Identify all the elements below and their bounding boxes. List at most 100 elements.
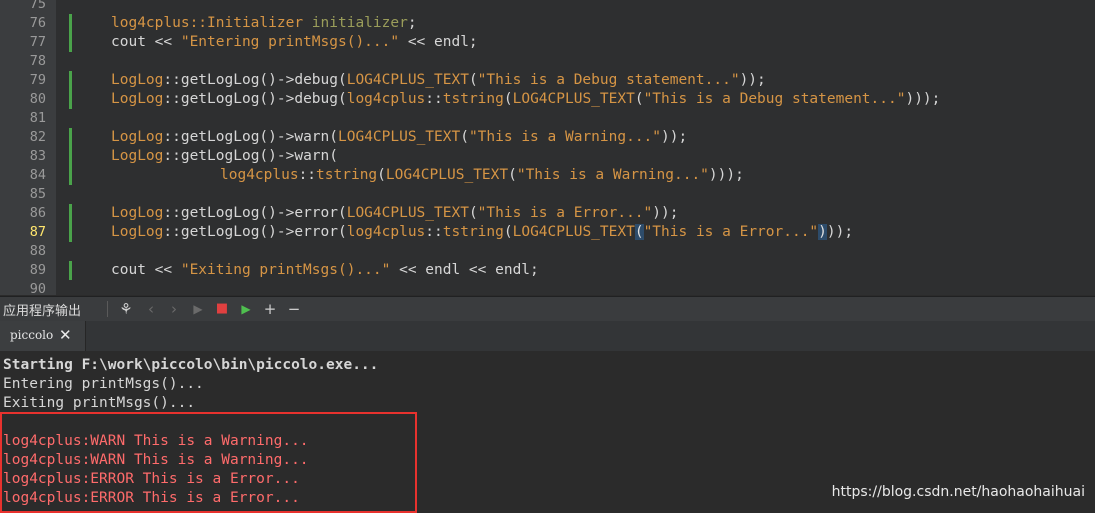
code-editor[interactable]: 75 76 77 78 79 80 81 82 83 84 85 86 87 88 89 90 log4cpl… (0, 0, 1095, 295)
code-line: LogLog::getLogLog()->error(log4cplus::ts… (111, 223, 853, 242)
code-token: ) (818, 224, 827, 240)
application-output[interactable]: Starting F:\work\piccolo\bin\piccolo.exe… (0, 352, 1095, 513)
code-token: )); (826, 224, 854, 240)
code-token: LogLog (111, 72, 164, 88)
change-marker (69, 128, 72, 147)
code-line: LogLog::getLogLog()->error(LOG4CPLUS_TEX… (111, 204, 678, 223)
zoom-in-icon[interactable]: + (260, 299, 280, 319)
change-marker (69, 147, 72, 166)
output-tab-bar: piccolo ✕ (0, 321, 1095, 351)
code-token: tstring (442, 224, 504, 240)
code-token: ; (407, 15, 417, 31)
code-line: log4cplus::Initializer initializer; (111, 14, 417, 33)
code-token: LOG4CPLUS_TEXT (346, 205, 469, 221)
stop-icon[interactable]: ■ (212, 299, 232, 319)
code-token: "This is a Warning..." (468, 129, 662, 145)
line-number: 80 (29, 91, 46, 107)
filter-icon[interactable]: ⚘ (116, 299, 136, 319)
code-token: LogLog (111, 205, 164, 221)
code-token: )); (652, 205, 679, 221)
code-token: ( (508, 167, 517, 183)
line-number: 78 (29, 53, 46, 69)
change-marker (69, 204, 72, 223)
change-marker (69, 261, 72, 280)
code-token: "This is a Debug statement..." (643, 91, 906, 107)
output-line: Exiting printMsgs()... (3, 395, 196, 411)
code-token: LogLog (111, 129, 164, 145)
code-token: LogLog (111, 148, 164, 164)
rerun-icon[interactable]: ▶ (236, 299, 256, 319)
code-token: LogLog (111, 91, 164, 107)
code-token: ::getLogLog()->error( (163, 224, 347, 240)
line-number: 85 (29, 186, 46, 202)
watermark: https://blog.csdn.net/haohaohaihuai (831, 484, 1085, 500)
close-icon[interactable]: ✕ (59, 326, 72, 344)
code-token: LOG4CPLUS_TEXT (385, 167, 509, 183)
code-token: log4cplus (220, 167, 299, 183)
panel-title: 应用程序输出 (3, 304, 82, 319)
code-token: tstring (316, 167, 378, 183)
code-line: log4cplus::tstring(LOG4CPLUS_TEXT("This … (220, 166, 744, 185)
code-token: ::getLogLog()->debug( (163, 91, 347, 107)
change-marker (69, 90, 72, 109)
code-token: "This is a Debug statement..." (477, 72, 740, 88)
code-line: LogLog::getLogLog()->debug(LOG4CPLUS_TEX… (111, 71, 766, 90)
next-icon[interactable]: › (164, 299, 184, 319)
code-token: LOG4CPLUS_TEXT (512, 224, 635, 240)
code-line: LogLog::getLogLog()->warn(LOG4CPLUS_TEXT… (111, 128, 687, 147)
code-token: ( (503, 224, 513, 240)
code-token: log4cplus (346, 224, 426, 240)
code-token: ( (377, 167, 386, 183)
code-token: )); (661, 129, 688, 145)
line-number: 79 (29, 72, 46, 88)
zoom-out-icon[interactable]: − (284, 299, 304, 319)
line-number: 82 (29, 129, 46, 145)
code-token: LOG4CPLUS_TEXT (338, 129, 461, 145)
code-token: LOG4CPLUS_TEXT (346, 72, 469, 88)
code-token: ( (468, 72, 478, 88)
code-token: ::getLogLog()->warn( (163, 129, 338, 145)
code-token: LOG4CPLUS_TEXT (512, 91, 635, 107)
code-token: )); (739, 72, 766, 88)
code-token: ))); (708, 167, 744, 183)
tab-piccolo[interactable]: piccolo ✕ (0, 321, 86, 351)
line-number: 88 (29, 243, 46, 259)
code-token: log4cplus::Initializer (111, 15, 304, 31)
code-token: ::getLogLog()->debug( (163, 72, 347, 88)
code-token: ( (468, 205, 478, 221)
change-marker (69, 71, 72, 90)
output-panel-toolbar: 应用程序输出 ⚘ ‹ › ▶ ■ ▶ + − (0, 296, 1095, 321)
code-token: ( (634, 224, 644, 240)
change-marker (69, 33, 72, 52)
line-number: 75 (29, 0, 46, 12)
code-token: cout << (111, 262, 181, 278)
code-token: LogLog (111, 224, 164, 240)
change-marker (69, 166, 72, 185)
code-token: :: (298, 167, 317, 183)
code-line: cout << "Exiting printMsgs()..." << endl… (111, 261, 539, 280)
code-line: LogLog::getLogLog()->debug(log4cplus::ts… (111, 90, 940, 109)
code-token: "This is a Warning..." (516, 167, 709, 183)
line-number: 77 (29, 34, 46, 50)
line-number: 76 (29, 15, 46, 31)
line-number: 84 (29, 167, 46, 183)
code-token: :: (425, 91, 443, 107)
run-icon[interactable]: ▶ (188, 299, 208, 319)
code-token: log4cplus (346, 91, 426, 107)
code-token: << endl; (399, 34, 478, 50)
code-token: "This is a Error..." (643, 224, 819, 240)
code-token: tstring (442, 91, 504, 107)
previous-icon[interactable]: ‹ (141, 299, 161, 319)
change-marker (69, 14, 72, 33)
code-token: ( (503, 91, 513, 107)
line-number: 83 (29, 148, 46, 164)
highlight-annotation-box (0, 412, 417, 513)
line-number: 89 (29, 262, 46, 278)
output-line: Entering printMsgs()... (3, 376, 204, 392)
code-token: "Entering printMsgs()..." (180, 34, 400, 50)
tab-label: piccolo (10, 328, 54, 342)
code-token: "Exiting printMsgs()..." (180, 262, 391, 278)
line-number: 86 (29, 205, 46, 221)
code-token: cout << (111, 34, 181, 50)
